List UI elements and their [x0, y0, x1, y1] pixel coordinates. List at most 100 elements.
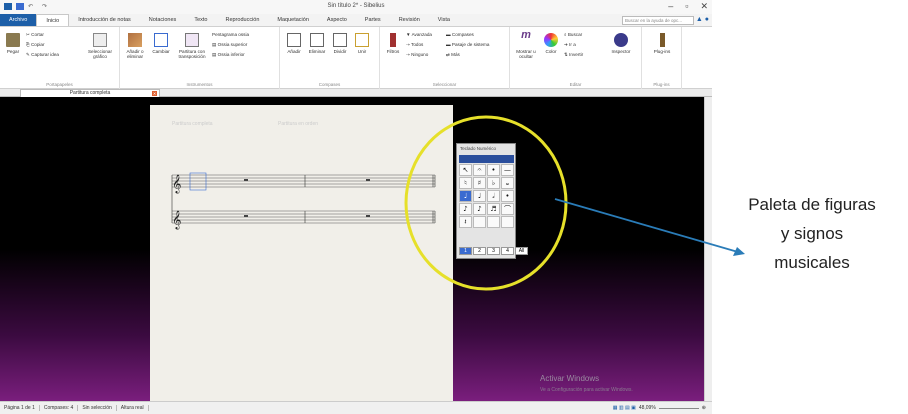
- join-bar-button[interactable]: Unir: [352, 33, 372, 54]
- palette-cell[interactable]: [487, 216, 500, 228]
- palette-tab-4[interactable]: 4: [501, 247, 514, 255]
- tab-aspecto[interactable]: Aspecto: [318, 14, 356, 26]
- inspector-button[interactable]: Inspector: [608, 33, 634, 54]
- tab-full-score[interactable]: Partitura completa ✕: [20, 89, 160, 97]
- transposing-score-button[interactable]: Partitura con transposición: [174, 33, 210, 59]
- group-label: Compases: [318, 82, 341, 87]
- zoom-in-icon[interactable]: ⊕: [702, 405, 706, 411]
- filters-button[interactable]: Filtros: [384, 33, 402, 54]
- score-page[interactable]: Partitura completa Partitura en orden 𝄞 …: [150, 105, 453, 401]
- close-tab-icon[interactable]: ✕: [152, 91, 157, 96]
- palette-cell[interactable]: —: [501, 164, 514, 176]
- minimize-button[interactable]: –: [668, 1, 673, 12]
- transposition-icon: [185, 33, 199, 47]
- maximize-button[interactable]: ▫: [685, 1, 688, 12]
- palette-tab-2[interactable]: 2: [473, 247, 486, 255]
- palette-tab-all[interactable]: All: [515, 247, 528, 255]
- palette-grid: ↖ 𝄐 • — ♮ ♯ ♭ 𝄪 ♩ ♩ 𝅗𝅥 • ♪ ♪ ♬ ⌒ 𝄽: [459, 164, 515, 228]
- tab-introduccion-notas[interactable]: Introducción de notas: [69, 14, 140, 26]
- palette-cell[interactable]: ♮: [459, 177, 472, 189]
- palette-cell[interactable]: •: [487, 164, 500, 176]
- tab-reproduccion[interactable]: Reproducción: [216, 14, 268, 26]
- invert-button[interactable]: ⇅ Invertir: [564, 52, 583, 58]
- advanced-filter-button[interactable]: ▼ Avanzada: [406, 32, 432, 37]
- status-right: ▦ ▥ ▤ ▣ 48,09% ⊕: [613, 405, 706, 411]
- help-icon[interactable]: ▲ ●: [696, 16, 709, 23]
- paste-button[interactable]: Pegar: [3, 33, 23, 54]
- palette-header-bar: [459, 155, 514, 163]
- select-bars-button[interactable]: ▬ Compases: [446, 32, 474, 37]
- status-bar: Página 1 de 1 Compases: 4 Sin selección …: [0, 401, 712, 414]
- ossia-above-button[interactable]: ▤ Ossia superior: [212, 42, 247, 48]
- capture-idea-button[interactable]: ✎ Capturar idea: [26, 52, 59, 58]
- palette-cell[interactable]: ⌒: [501, 203, 514, 215]
- tab-vista[interactable]: Vista: [429, 14, 459, 26]
- palette-tab-1[interactable]: 1: [459, 247, 472, 255]
- paste-label: Pegar: [6, 49, 20, 54]
- palette-cell[interactable]: 𝄪: [501, 177, 514, 189]
- close-button[interactable]: ✕: [700, 1, 708, 12]
- help-search-input[interactable]: Buscar en la ayuda de opc...: [622, 16, 694, 25]
- status-selection: Sin selección: [78, 405, 117, 411]
- caption-line-3: musicales: [774, 253, 850, 272]
- palette-cell[interactable]: •: [501, 190, 514, 202]
- select-graphic-button[interactable]: Seleccionar gráfico: [84, 33, 116, 59]
- tab-texto[interactable]: Texto: [185, 14, 216, 26]
- group-instrumentos: Añadir o eliminar Cambiar Partitura con …: [120, 27, 280, 89]
- palette-cell[interactable]: 𝄐: [473, 164, 486, 176]
- tab-archivo[interactable]: Archivo: [0, 14, 37, 26]
- color-wheel-icon: [544, 33, 558, 47]
- find-button[interactable]: ⌕ Buscar: [564, 32, 582, 37]
- document-tabs: Partitura completa ✕: [0, 89, 712, 97]
- palette-cell[interactable]: 𝅗𝅥: [487, 190, 500, 202]
- palette-cell[interactable]: [473, 216, 486, 228]
- ossia-above-label: Ossia superior: [217, 42, 248, 47]
- palette-cell[interactable]: 𝄽: [459, 216, 472, 228]
- palette-cell[interactable]: [501, 216, 514, 228]
- palette-cell[interactable]: ♯: [473, 177, 486, 189]
- palette-cell[interactable]: ♭: [487, 177, 500, 189]
- color-button[interactable]: Color: [542, 33, 560, 54]
- activation-watermark-text: Ve a Configuración para activar Windows.: [540, 387, 633, 393]
- group-portapapeles: Pegar ✂ Cortar ⎘ Copiar ✎ Capturar idea …: [0, 27, 120, 89]
- delete-bar-button[interactable]: Eliminar: [306, 33, 328, 54]
- whole-rest: [366, 215, 370, 217]
- tab-inicio[interactable]: Inicio: [36, 14, 70, 26]
- view-mode-icons[interactable]: ▦ ▥ ▤ ▣: [613, 405, 636, 411]
- goto-button[interactable]: ➔ Ir a: [564, 42, 576, 48]
- tab-maquetacion[interactable]: Maquetación: [268, 14, 318, 26]
- select-none-button[interactable]: ⇢ Ninguno: [406, 52, 428, 58]
- select-all-button[interactable]: ⇢ Todos: [406, 42, 423, 48]
- score-instrument-placeholder: Partitura en orden: [278, 121, 319, 127]
- zoom-slider[interactable]: [658, 407, 699, 409]
- add-bar-button[interactable]: Añadir: [284, 33, 304, 54]
- all-label: Todos: [411, 42, 424, 47]
- plugins-button[interactable]: Plug-ins: [650, 33, 674, 54]
- keypad-palette[interactable]: Teclado Numérico ↖ 𝄐 • — ♮ ♯ ♭ 𝄪 ♩ ♩ 𝅗𝅥 …: [456, 143, 528, 259]
- palette-tab-3[interactable]: 3: [487, 247, 500, 255]
- select-more-button[interactable]: ⇄ Más: [446, 52, 460, 58]
- ossia-staff-button[interactable]: Pentagrama ossia: [212, 32, 249, 37]
- palette-cell[interactable]: ♬: [487, 203, 500, 215]
- copy-button[interactable]: ⎘ Copiar: [26, 42, 45, 47]
- split-bar-button[interactable]: Dividir: [330, 33, 350, 54]
- staff-1: [172, 174, 435, 188]
- palette-cell[interactable]: ♪: [459, 203, 472, 215]
- vertical-scrollbar[interactable]: [704, 97, 712, 401]
- tab-partes[interactable]: Partes: [356, 14, 390, 26]
- ossia-label: Pentagrama ossia: [212, 32, 250, 37]
- ossia-below-button[interactable]: ▤ Ossia inferior: [212, 52, 245, 58]
- show-hide-button[interactable]: m Mostrar u ocultar: [514, 30, 538, 60]
- tab-revision[interactable]: Revisión: [390, 14, 429, 26]
- tab-notaciones[interactable]: Notaciones: [140, 14, 186, 26]
- note-input-caret: [189, 172, 207, 191]
- caption-line-1: Paleta de figuras: [748, 195, 876, 214]
- palette-cell[interactable]: ↖: [459, 164, 472, 176]
- palette-cell[interactable]: ♪: [473, 203, 486, 215]
- palette-cell[interactable]: ♩: [473, 190, 486, 202]
- cut-button[interactable]: ✂ Cortar: [26, 32, 44, 38]
- system-passage-button[interactable]: ▬ Pasaje de sistema: [446, 42, 489, 47]
- palette-cell[interactable]: ♩: [459, 190, 472, 202]
- change-instrument-button[interactable]: Cambiar: [150, 33, 172, 54]
- add-remove-instrument-button[interactable]: Añadir o eliminar: [122, 33, 148, 59]
